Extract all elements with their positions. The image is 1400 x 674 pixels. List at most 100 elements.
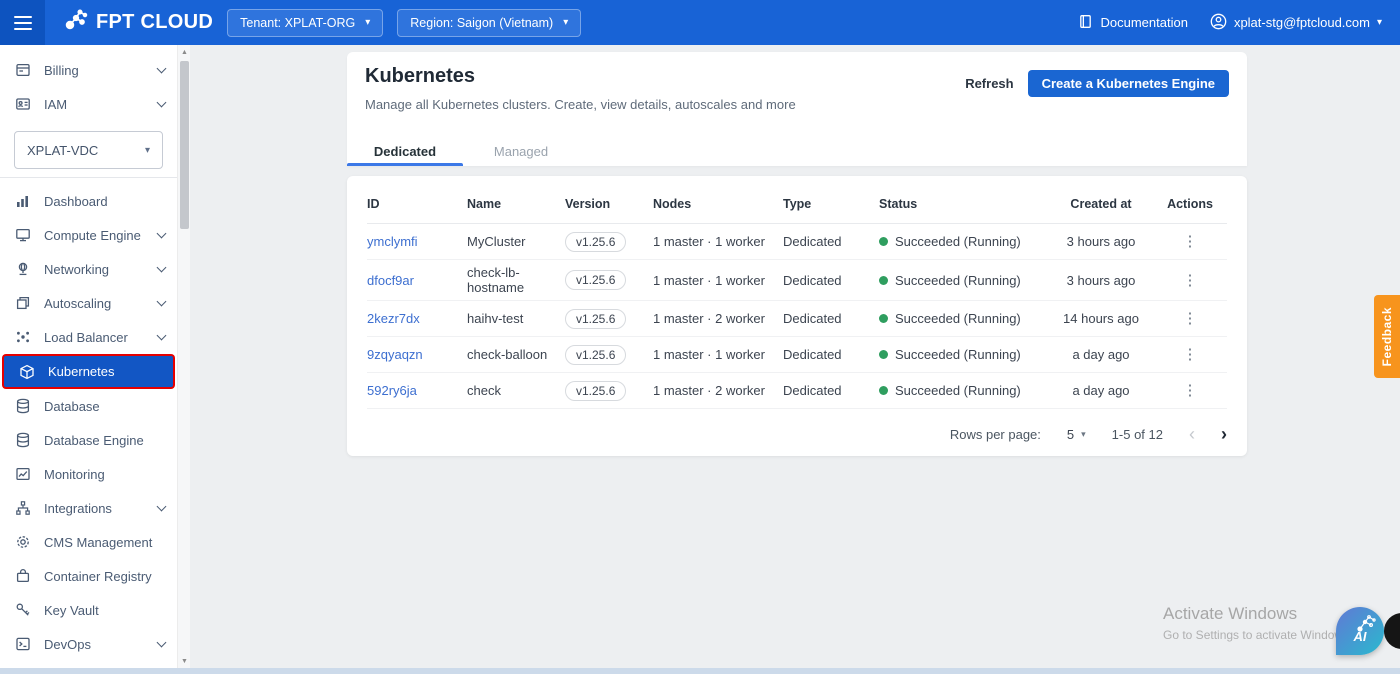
sidebar-scrollbar[interactable]: ▲ ▼	[177, 45, 190, 668]
tab-managed[interactable]: Managed	[463, 136, 579, 166]
sidebar-item-label: Database	[44, 398, 100, 414]
sidebar-item-autoscaling[interactable]: Autoscaling	[0, 286, 177, 320]
sidebar-item-monitoring[interactable]: Monitoring	[0, 457, 177, 491]
sidebar-item-database[interactable]: Database	[0, 389, 177, 423]
database-icon	[14, 432, 31, 449]
cluster-id-link[interactable]: 2kezr7dx	[367, 311, 420, 326]
vdc-selector[interactable]: XPLAT-VDC ▾	[14, 131, 163, 169]
scrollbar-thumb[interactable]	[180, 61, 189, 229]
sidebar-item-label: Integrations	[44, 500, 112, 516]
cluster-id-link[interactable]: dfocf9ar	[367, 273, 414, 288]
cluster-nodes: 1 master · 2 worker	[653, 383, 765, 398]
chevron-down-icon: ▾	[1376, 16, 1382, 28]
status-dot	[879, 386, 888, 395]
sidebar-item-label: Kubernetes	[48, 364, 115, 379]
row-actions-button[interactable]: ⋮	[1183, 233, 1198, 250]
cluster-id-link[interactable]: 9zqyaqzn	[367, 347, 423, 362]
documentation-link[interactable]: Documentation	[1078, 14, 1188, 32]
sidebar-item-label: Load Balancer	[44, 329, 128, 345]
brand-name: FPT CLOUD	[96, 11, 214, 33]
sidebar-item-key-vault[interactable]: Key Vault	[0, 593, 177, 627]
sidebar-item-label: IAM	[44, 96, 68, 112]
molecule-logo-icon	[63, 7, 89, 38]
cluster-name: check-balloon	[467, 347, 548, 362]
user-account-menu[interactable]: xplat-stg@fptcloud.com ▾	[1210, 13, 1382, 33]
status-dot	[879, 314, 888, 323]
row-actions-button[interactable]: ⋮	[1183, 346, 1198, 363]
molecule-icon	[1357, 615, 1376, 632]
hierarchy-icon	[14, 500, 31, 517]
feedback-tab-button[interactable]: Feedback	[1374, 295, 1400, 378]
previous-page-button[interactable]: ‹	[1189, 424, 1195, 445]
column-header-type: Type	[783, 196, 812, 211]
table-row: dfocf9ar check-lb-hostname v1.25.6 1 mas…	[367, 260, 1227, 301]
rows-per-page-select[interactable]: 5 ▾	[1067, 427, 1086, 442]
version-badge: v1.25.6	[565, 308, 627, 329]
sidebar-item-cms-management[interactable]: CMS Management	[0, 525, 177, 559]
version-badge: v1.25.6	[565, 344, 627, 365]
row-actions-button[interactable]: ⋮	[1183, 272, 1198, 289]
sidebar-item-compute-engine[interactable]: Compute Engine	[0, 218, 177, 252]
sidebar-item-billing[interactable]: Billing	[0, 53, 177, 87]
status-label: Succeeded (Running)	[895, 272, 1021, 288]
chevron-down-icon	[156, 296, 167, 307]
sidebar-item-label: Database Engine	[44, 432, 144, 448]
version-badge: v1.25.6	[565, 380, 627, 401]
region-selector[interactable]: Region: Saigon (Vietnam) ▾	[397, 8, 582, 37]
sidebar-item-networking[interactable]: Networking	[0, 252, 177, 286]
sidebar-item-container-registry[interactable]: Container Registry	[0, 559, 177, 593]
created-at: a day ago	[1072, 347, 1130, 362]
created-at: 3 hours ago	[1066, 272, 1136, 288]
row-actions-button[interactable]: ⋮	[1183, 382, 1198, 399]
rows-per-page-value: 5	[1066, 426, 1075, 442]
cluster-nodes: 1 master · 2 worker	[653, 311, 765, 326]
sidebar-navigation: Billing IAM XPLAT-VDC ▾ Dashboard Comput…	[0, 45, 190, 668]
sidebar-item-iam[interactable]: IAM	[0, 87, 177, 121]
page-header-panel: Kubernetes Manage all Kubernetes cluster…	[347, 52, 1247, 166]
chevron-down-icon	[156, 637, 167, 648]
version-badge: v1.25.6	[565, 231, 627, 252]
top-navigation-bar: FPT CLOUD Tenant: XPLAT-ORG ▾ Region: Sa…	[0, 0, 1400, 45]
cluster-id-link[interactable]: ymclymfi	[367, 234, 418, 249]
sidebar-item-devops[interactable]: DevOps	[0, 627, 177, 661]
status-dot	[879, 350, 888, 359]
sidebar-item-load-balancer[interactable]: Load Balancer	[0, 320, 177, 354]
chevron-down-icon	[156, 262, 167, 273]
sidebar-item-dashboard[interactable]: Dashboard	[0, 184, 177, 218]
scroll-up-arrow-icon[interactable]: ▲	[178, 45, 191, 59]
created-at: 3 hours ago	[1066, 234, 1136, 249]
cube-icon	[18, 363, 35, 380]
version-badge: v1.25.6	[565, 270, 627, 290]
sidebar-item-label: Billing	[44, 62, 79, 78]
status-label: Succeeded (Running)	[895, 383, 1021, 398]
sidebar-item-database-engine[interactable]: Database Engine	[0, 423, 177, 457]
status-label: Succeeded (Running)	[895, 311, 1021, 326]
network-globe-icon	[14, 261, 31, 278]
brand-logo[interactable]: FPT CLOUD	[63, 7, 213, 38]
menu-toggle-button[interactable]	[0, 0, 45, 45]
ai-assistant-button[interactable]: AI	[1336, 607, 1384, 655]
cluster-name: MyCluster	[467, 234, 526, 249]
table-header-row: ID Name Version Nodes Type Status Create…	[367, 184, 1227, 224]
table-pagination: Rows per page: 5 ▾ 1-5 of 12 ‹ ›	[367, 411, 1227, 457]
chevron-down-icon: ▾	[365, 16, 371, 28]
create-kubernetes-engine-button[interactable]: Create a Kubernetes Engine	[1027, 70, 1229, 97]
sidebar-item-kubernetes[interactable]: Kubernetes	[4, 356, 173, 387]
sidebar-item-label: Compute Engine	[44, 227, 141, 243]
sidebar-item-integrations[interactable]: Integrations	[0, 491, 177, 525]
next-page-button[interactable]: ›	[1221, 424, 1227, 445]
sidebar-item-label: Key Vault	[44, 602, 99, 618]
tab-dedicated[interactable]: Dedicated	[347, 136, 463, 166]
row-actions-button[interactable]: ⋮	[1183, 310, 1198, 327]
status-dot	[879, 237, 888, 246]
tenant-selector-label: Tenant: XPLAT-ORG	[240, 15, 356, 30]
cluster-name: check	[467, 383, 501, 398]
column-header-name: Name	[467, 196, 502, 211]
refresh-button[interactable]: Refresh	[965, 76, 1013, 91]
key-icon	[14, 602, 31, 619]
user-avatar-icon	[1210, 13, 1227, 33]
tenant-selector[interactable]: Tenant: XPLAT-ORG ▾	[227, 8, 384, 37]
scroll-down-arrow-icon[interactable]: ▼	[178, 654, 191, 668]
sidebar-item-label: Autoscaling	[44, 295, 112, 311]
cluster-id-link[interactable]: 592ry6ja	[367, 383, 417, 398]
